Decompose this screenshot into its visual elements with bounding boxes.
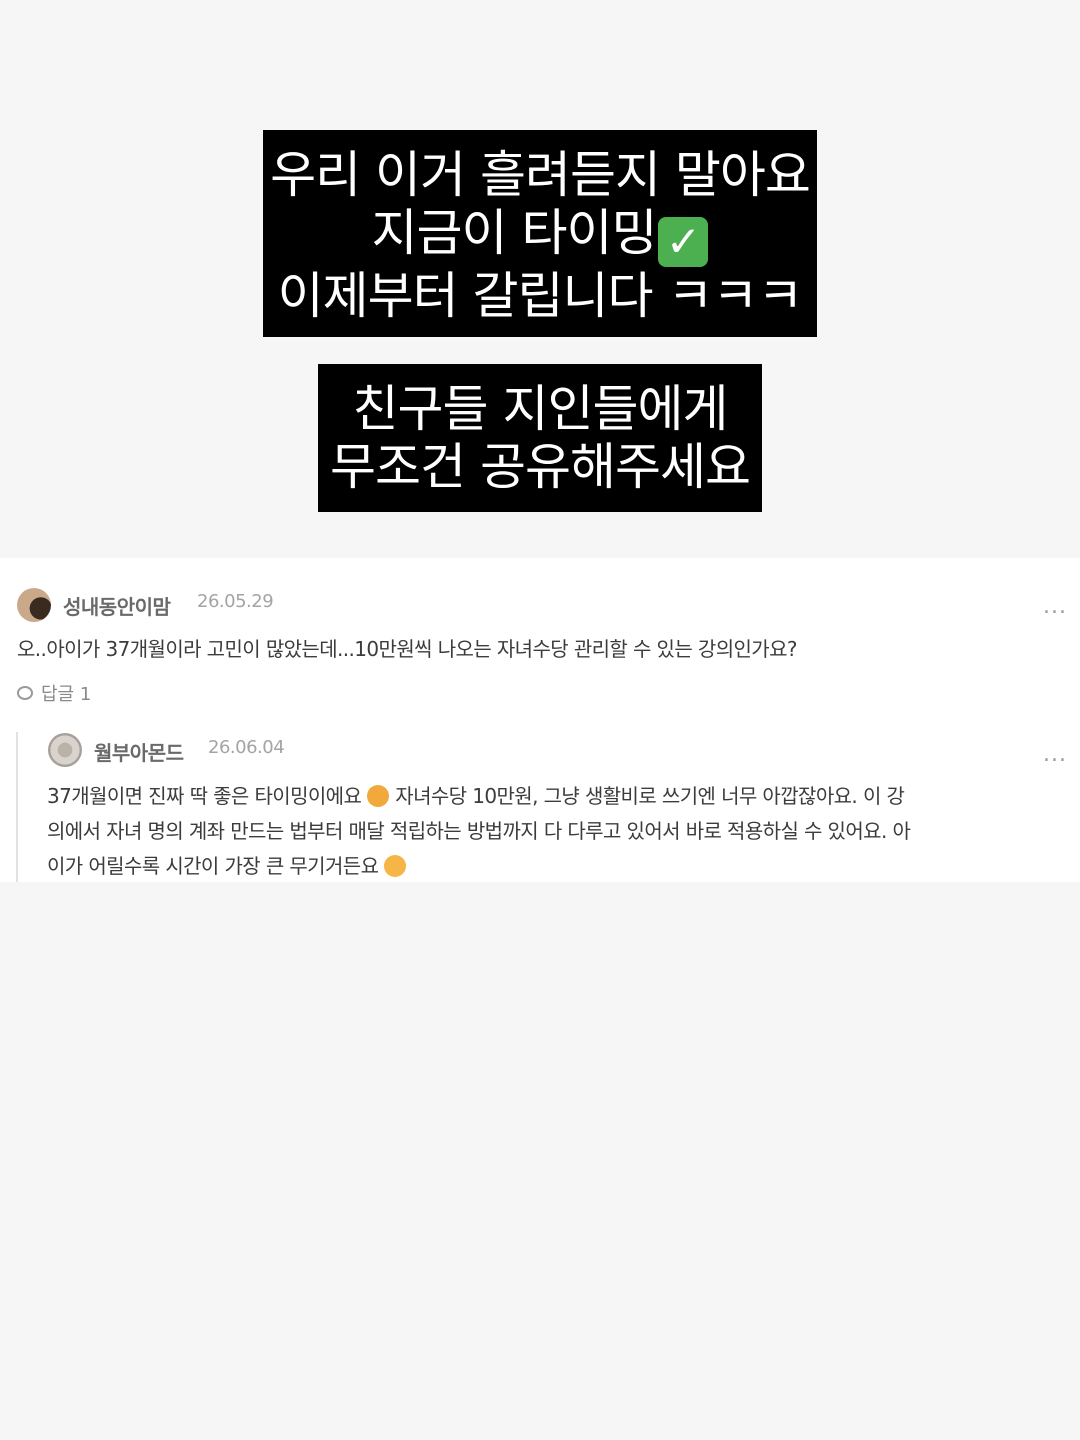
caption-line-1: 친구들 지인들에게 <box>352 380 729 438</box>
reply-line-2: 의에서 자녀 명의 계좌 만드는 법부터 매달 적립하는 방법까지 다 다루고 … <box>47 819 911 843</box>
speech-bubble-icon <box>17 686 33 700</box>
reply-text-segment: 37개월이면 진짜 딱 좋은 타이밍이에요 <box>47 784 362 808</box>
reply-count-label: 답글 1 <box>41 684 92 705</box>
caption-line-3: 이제부터 갈립니다 ㅋㅋㅋ <box>277 267 804 325</box>
comment-date: 26.05.29 <box>197 591 274 612</box>
caption-box-top: 우리 이거 흘려듣지 말아요 지금이 타이밍 ✓ 이제부터 갈립니다 ㅋㅋㅋ <box>263 130 817 337</box>
comment-author[interactable]: 성내동안이맘 <box>63 591 171 620</box>
comment-text: 오..아이가 37개월이라 고민이 많았는데...10만원씩 나오는 자녀수당 … <box>17 637 798 661</box>
check-mark-icon: ✓ <box>658 217 709 267</box>
reply-text-segment: 이가 어릴수록 시간이 가장 큰 무기거든요 <box>47 854 379 878</box>
more-options-icon[interactable]: ... <box>1043 594 1067 619</box>
reply-date: 26.06.04 <box>208 737 285 758</box>
reply-count-button[interactable]: 답글 1 <box>17 680 91 706</box>
avatar[interactable] <box>17 588 51 622</box>
reply-line-1: 37개월이면 진짜 딱 좋은 타이밍이에요 자녀수당 10만원, 그냥 생활비로 … <box>47 779 1057 814</box>
caption-box-bottom: 친구들 지인들에게 무조건 공유해주세요 <box>318 364 762 512</box>
reply-text-segment: 자녀수당 10만원, 그냥 생활비로 쓰기엔 너무 아깝잖아요. 이 강 <box>395 784 905 808</box>
more-options-icon[interactable]: ... <box>1043 742 1067 767</box>
reply-divider <box>16 732 18 882</box>
caption-line-1: 우리 이거 흘려듣지 말아요 <box>270 146 811 204</box>
caption-line-2-text: 지금이 타이밍 <box>371 204 658 262</box>
caption-line-2: 지금이 타이밍 ✓ <box>263 204 817 267</box>
avatar[interactable] <box>48 733 82 767</box>
reply-author[interactable]: 월부아몬드 <box>94 737 184 766</box>
reply-text: 37개월이면 진짜 딱 좋은 타이밍이에요 자녀수당 10만원, 그냥 생활비로 … <box>47 779 1057 884</box>
reply-line-3: 이가 어릴수록 시간이 가장 큰 무기거든요 <box>47 849 1057 884</box>
caption-line-2: 무조건 공유해주세요 <box>330 438 751 496</box>
emoji-icon <box>367 785 390 807</box>
comment-thread: 성내동안이맘 26.05.29 ... 오..아이가 37개월이라 고민이 많았… <box>0 558 1080 882</box>
smiling-face-icon <box>384 855 407 877</box>
